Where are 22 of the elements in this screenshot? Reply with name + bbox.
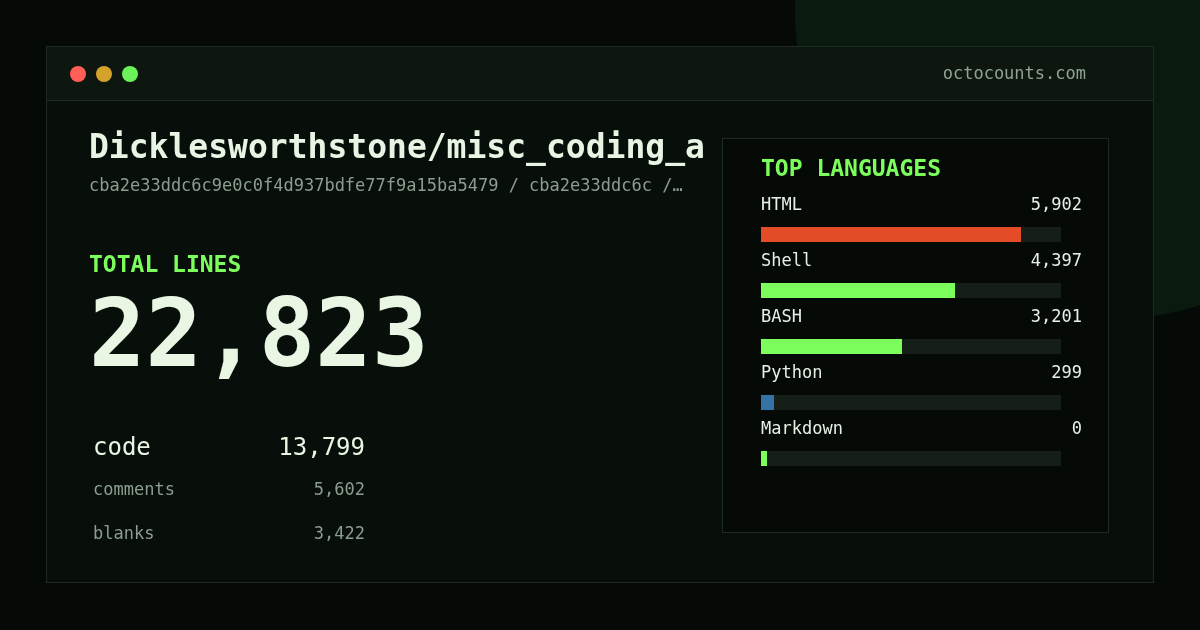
stat-label: comments — [93, 478, 175, 502]
language-name: HTML — [761, 192, 802, 216]
stat-value: 13,799 — [278, 432, 365, 463]
language-name: Shell — [761, 248, 813, 272]
language-name: BASH — [761, 304, 802, 328]
language-count: 299 — [1051, 360, 1082, 384]
stat-label: blanks — [93, 522, 155, 546]
languages-title: TOP LANGUAGES — [761, 154, 941, 183]
language-count: 0 — [1071, 416, 1082, 440]
language-count: 3,201 — [1030, 304, 1082, 328]
total-value: 22,823 — [89, 287, 429, 381]
language-count: 4,397 — [1030, 248, 1082, 272]
domain-text: octocounts.com — [942, 61, 1086, 85]
language-name: Markdown — [761, 416, 843, 440]
stat-value: 3,422 — [313, 522, 365, 546]
language-count: 5,902 — [1030, 192, 1082, 216]
stat-value: 5,602 — [313, 478, 365, 502]
repo-title: Dicklesworthstone/misc_coding_a — [89, 126, 705, 168]
stat-label: code — [93, 432, 151, 463]
commit-path: cba2e33ddc6c9e0c0f4d937bdfe77f9a15ba5479 / cba2e33ddc6c /… — [89, 174, 683, 197]
language-name: Python — [761, 360, 823, 384]
total-label: TOTAL LINES — [89, 249, 242, 279]
